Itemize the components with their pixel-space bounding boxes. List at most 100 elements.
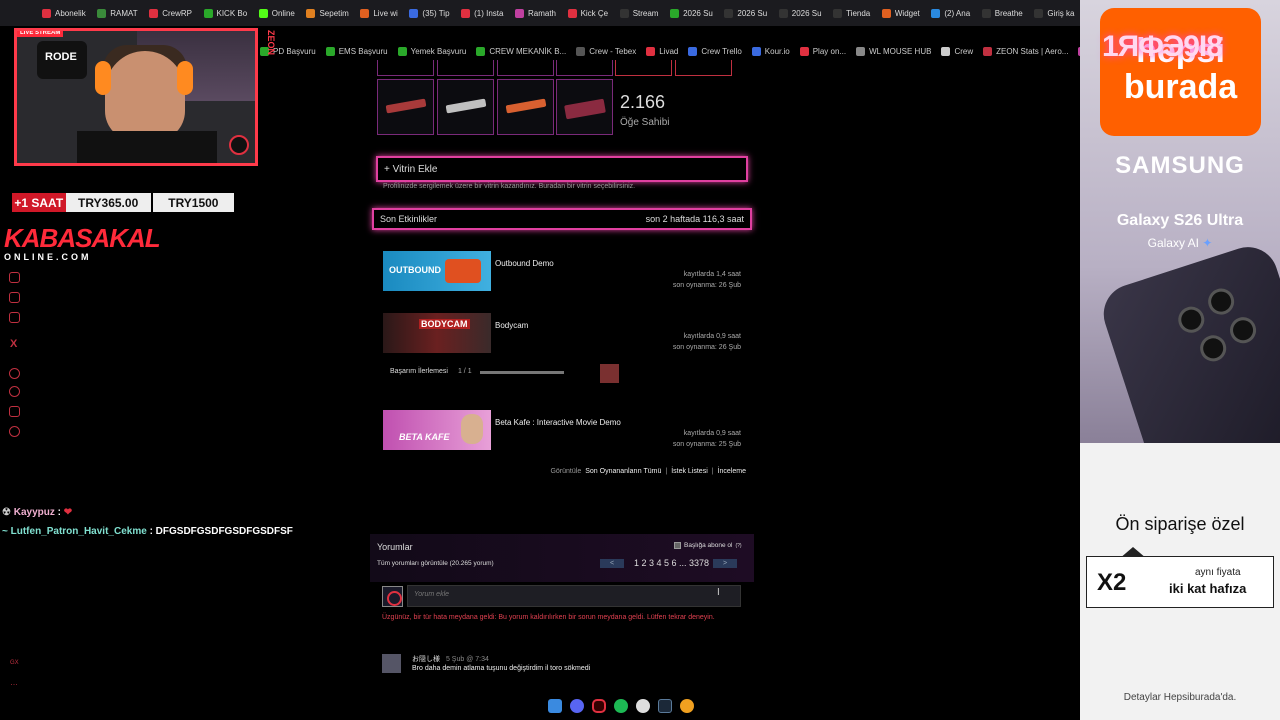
browser-tab[interactable]: Kick Çe bbox=[562, 0, 614, 26]
bookmark-label: Play on... bbox=[812, 46, 847, 56]
game-title[interactable]: Outbound Demo bbox=[495, 259, 554, 268]
player-icon[interactable] bbox=[9, 368, 20, 379]
chat-username: Lutfen_Patron_Havit_Cekme bbox=[10, 526, 147, 537]
game-thumbnail[interactable]: BETA KAFE bbox=[383, 410, 491, 450]
tab-favicon-icon bbox=[981, 8, 991, 18]
browser-tab[interactable]: (2) Ana bbox=[925, 0, 975, 26]
tab-label: Tienda bbox=[846, 8, 871, 18]
comment-time: 5 Şub @ 7:34 bbox=[445, 656, 489, 663]
hb-logo-line-2: burada bbox=[1123, 68, 1238, 106]
browser-tab[interactable]: 2026 Su bbox=[718, 0, 772, 26]
browser-tab[interactable]: Abonelik bbox=[36, 0, 91, 26]
preorder-title: Ön siparişe özel bbox=[1115, 514, 1245, 534]
game-thumbnail[interactable]: OUTBOUND bbox=[383, 251, 491, 291]
history-icon[interactable] bbox=[9, 386, 20, 397]
ad-footer: Detaylar Hepsiburada'da. bbox=[1123, 692, 1237, 703]
browser-tab[interactable]: Live wi bbox=[354, 0, 403, 26]
inventory-item[interactable] bbox=[675, 60, 732, 76]
pager-pages[interactable]: 1 2 3 4 5 6 ... 3378 bbox=[634, 558, 709, 568]
bookmark-item[interactable]: ZEON Stats | Aero... bbox=[983, 46, 1068, 56]
advertisement[interactable]: hepsi burada SAMSUNG Galaxy S26 Ultra Ga… bbox=[1080, 0, 1280, 720]
more-icon[interactable]: … bbox=[10, 678, 18, 687]
audio-icon[interactable] bbox=[680, 699, 694, 713]
commenter-avatar[interactable] bbox=[382, 654, 401, 673]
tab-label: CrewRP bbox=[162, 8, 192, 18]
view-all-comments-link[interactable]: Tüm yorumları görüntüle (20.265 yorum) bbox=[377, 560, 494, 567]
subscribe-thread[interactable]: Başlığa abone ol (?) bbox=[674, 542, 742, 549]
browser-tab[interactable]: Sepetim bbox=[300, 0, 354, 26]
tab-favicon-icon bbox=[881, 8, 891, 18]
timer-plus: +1 SAAT bbox=[12, 193, 66, 212]
comment-input[interactable]: Yorum ekle bbox=[407, 585, 741, 607]
commenter-name[interactable]: お隠し様 bbox=[412, 656, 440, 663]
opera-gx-icon[interactable] bbox=[592, 699, 606, 713]
subscribe-checkbox[interactable] bbox=[674, 542, 681, 549]
chat-message: DFGSDFGSDFGSDFGSDFSF bbox=[155, 526, 293, 537]
gx-label: GX bbox=[10, 660, 19, 666]
messenger-icon[interactable] bbox=[9, 312, 20, 323]
browser-tab[interactable]: 2026 Su bbox=[664, 0, 718, 26]
browser-tab[interactable]: Widget bbox=[876, 0, 926, 26]
inventory-item[interactable] bbox=[615, 60, 672, 76]
hepsiburada-logo: hepsi burada bbox=[1100, 8, 1261, 136]
settings-icon[interactable] bbox=[9, 426, 20, 437]
pager-prev-button[interactable]: < bbox=[600, 558, 624, 568]
spotify-icon[interactable] bbox=[614, 699, 628, 713]
windows-start-icon[interactable] bbox=[548, 699, 562, 713]
browser-tab[interactable]: Giriş ka bbox=[1028, 0, 1080, 26]
game-title[interactable]: Beta Kafe : Interactive Movie Demo bbox=[495, 418, 621, 427]
inventory-item[interactable] bbox=[497, 79, 554, 135]
browser-tab[interactable]: Tienda bbox=[827, 0, 876, 26]
link-recently-played[interactable]: Son Oynananların Tümü bbox=[585, 468, 661, 475]
inventory-item[interactable] bbox=[437, 79, 494, 135]
add-showcase-button[interactable]: + Vitrin Ekle bbox=[376, 156, 748, 182]
game-last-played: son oynanma: 26 Şub bbox=[672, 344, 741, 351]
x-icon[interactable]: X bbox=[10, 338, 21, 350]
inventory-item[interactable] bbox=[377, 60, 434, 76]
extensions-icon[interactable] bbox=[9, 406, 20, 417]
tab-favicon-icon bbox=[461, 8, 471, 18]
my-avatar bbox=[382, 586, 403, 607]
help-icon[interactable]: (?) bbox=[735, 543, 741, 549]
game-thumbnail[interactable]: BODYCAM bbox=[383, 313, 491, 353]
browser-tab[interactable]: (1) Insta bbox=[455, 0, 509, 26]
inventory-item[interactable] bbox=[556, 60, 613, 76]
steam-icon[interactable] bbox=[658, 699, 672, 713]
inventory-item[interactable] bbox=[437, 60, 494, 76]
character-face bbox=[461, 414, 483, 444]
tab-favicon-icon bbox=[724, 8, 734, 18]
link-wishlist[interactable]: İstek Listesi bbox=[671, 468, 708, 475]
browser-tab[interactable]: KICK Bo bbox=[198, 0, 253, 26]
tab-favicon-icon bbox=[42, 8, 51, 18]
tab-favicon-icon bbox=[833, 8, 843, 18]
browser-tab[interactable]: Breathe bbox=[976, 0, 1029, 26]
twitch-icon[interactable] bbox=[9, 292, 20, 303]
browser-tab[interactable]: 2026 Su bbox=[773, 0, 827, 26]
browser-tab[interactable]: (35) Tip bbox=[403, 0, 455, 26]
bag-icon[interactable] bbox=[9, 272, 20, 283]
tab-label: Online bbox=[271, 8, 295, 18]
link-separator: | bbox=[665, 468, 668, 475]
pager-next-button[interactable]: > bbox=[713, 558, 738, 568]
bookmark-item[interactable]: WL MOUSE HUB bbox=[856, 46, 931, 56]
galaxy-ai-text: Galaxy AI bbox=[1147, 236, 1199, 250]
browser-tab[interactable]: Ramath bbox=[509, 0, 562, 26]
browser-tab[interactable]: RAMAT bbox=[91, 0, 143, 26]
browser-tab[interactable]: CrewRP bbox=[143, 0, 197, 26]
browser-tab[interactable]: Stream bbox=[614, 0, 664, 26]
inventory-item[interactable] bbox=[497, 60, 554, 76]
obs-icon[interactable] bbox=[636, 699, 650, 713]
ad-banner-top[interactable]: hepsi burada SAMSUNG Galaxy S26 Ultra Ga… bbox=[1080, 0, 1280, 443]
recent-activity-header: Son Etkinlikler son 2 haftada 116,3 saat bbox=[372, 208, 752, 230]
game-title[interactable]: Bodycam bbox=[495, 321, 528, 330]
browser-tab[interactable]: Online bbox=[253, 0, 301, 26]
inventory-item[interactable] bbox=[556, 79, 613, 135]
achievement-icon[interactable] bbox=[600, 364, 619, 383]
bookmark-item[interactable]: Crew bbox=[941, 46, 973, 56]
item-count[interactable]: 2.166 bbox=[620, 92, 665, 113]
inventory-item[interactable] bbox=[377, 79, 434, 135]
link-reviews[interactable]: İnceleme bbox=[718, 468, 746, 475]
bookmark-item[interactable]: Play on... bbox=[799, 46, 847, 56]
discord-icon[interactable] bbox=[570, 699, 584, 713]
tab-label: 2026 Su bbox=[683, 8, 713, 18]
